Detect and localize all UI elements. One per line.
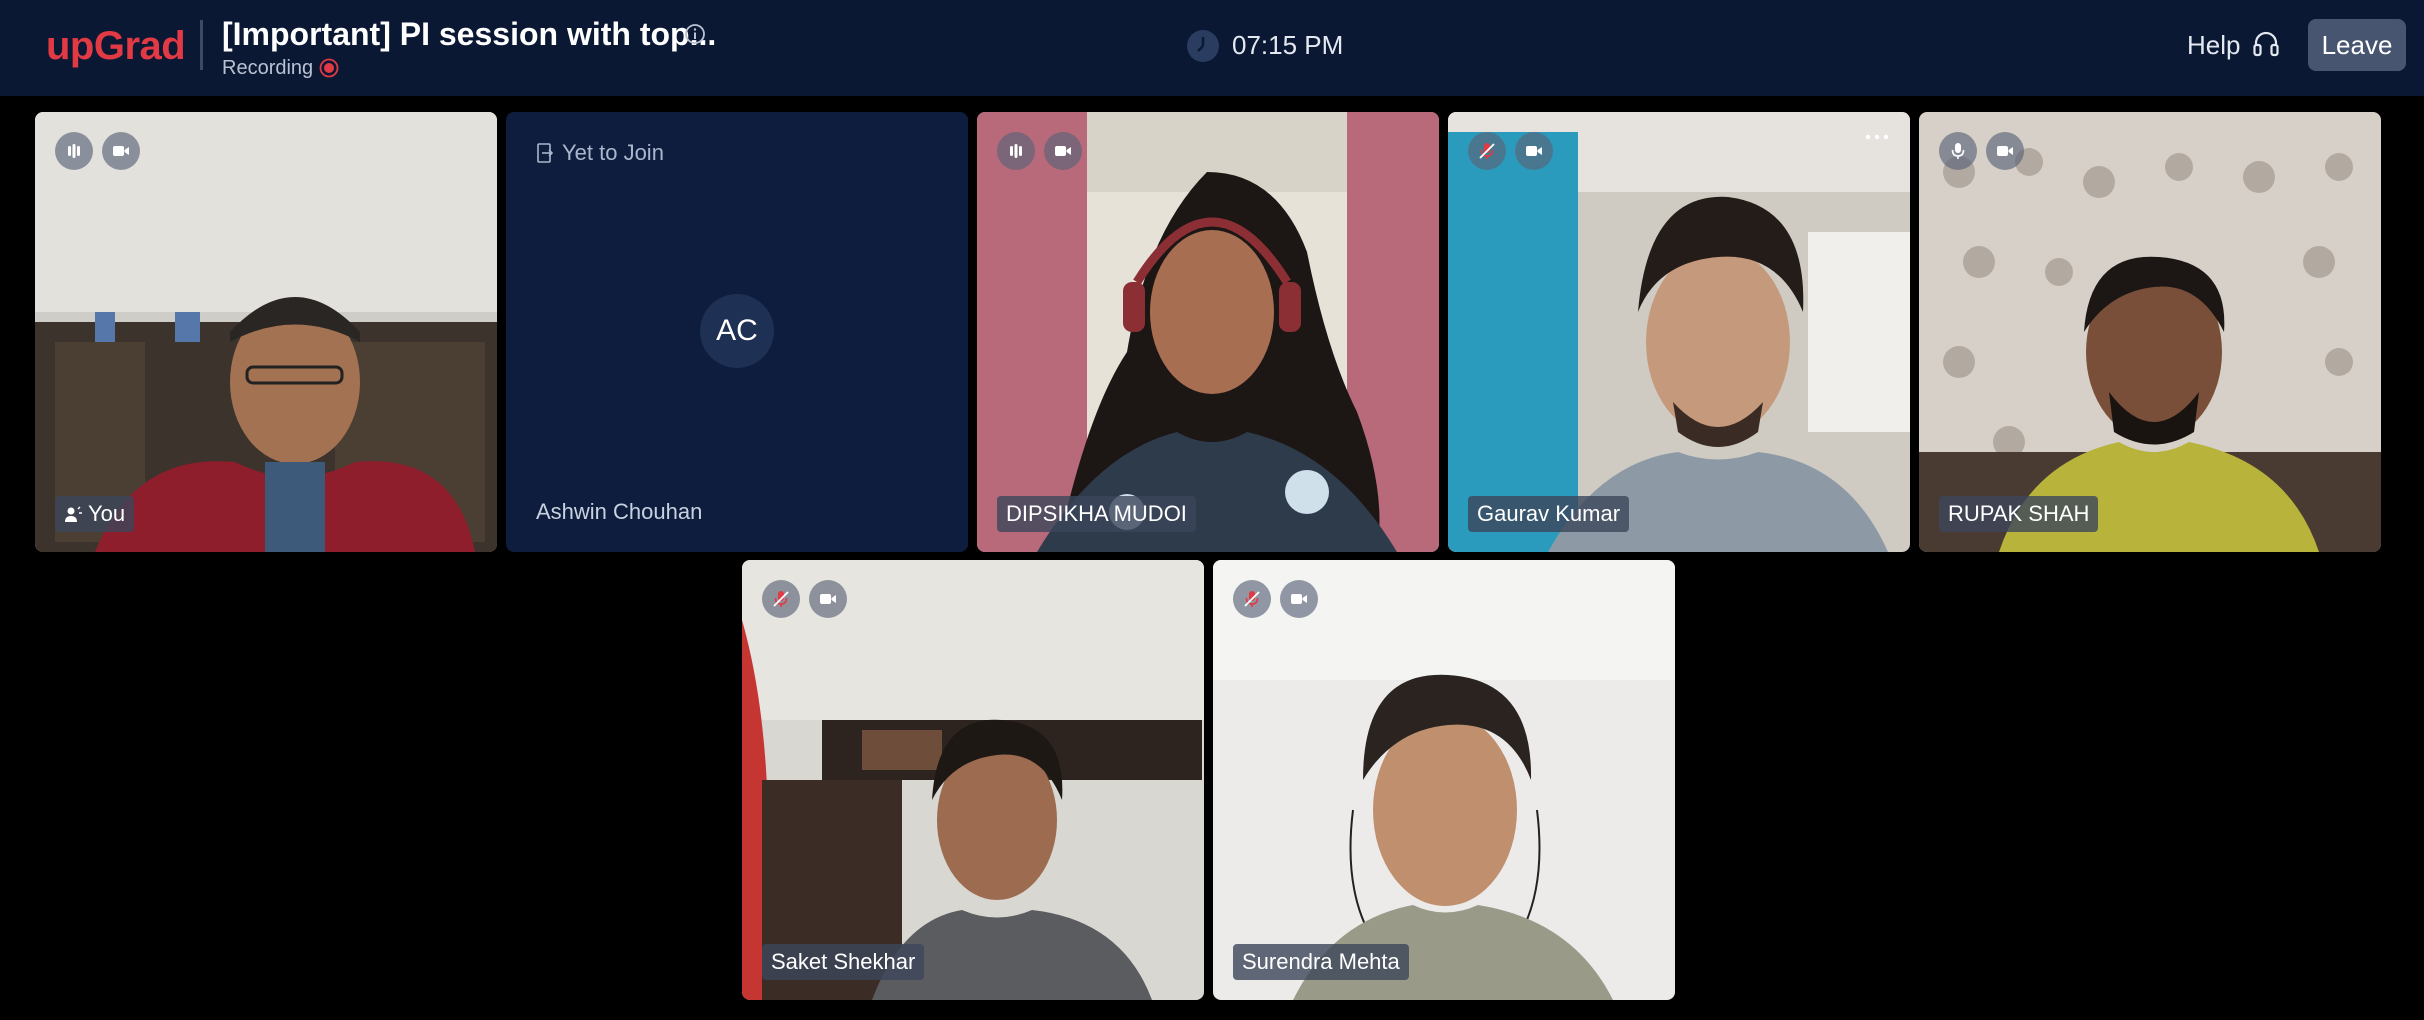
participant-name-tag: Gaurav Kumar bbox=[1468, 496, 1630, 532]
participant-video bbox=[1919, 112, 2381, 552]
video-tile-gaurav-kumar[interactable]: Gaurav Kumar bbox=[1448, 112, 1910, 552]
upgrad-logo: upGrad bbox=[46, 24, 186, 68]
participant-video bbox=[1448, 112, 1910, 552]
participant-video bbox=[1213, 560, 1675, 1000]
mic-muted-icon[interactable] bbox=[1233, 580, 1271, 618]
avatar: AC bbox=[700, 294, 774, 368]
participant-name-tag: Surendra Mehta bbox=[1233, 944, 1409, 980]
participant-name: Ashwin Chouhan bbox=[536, 499, 703, 524]
mic-muted-icon[interactable] bbox=[762, 580, 800, 618]
camera-icon[interactable] bbox=[1044, 132, 1082, 170]
session-title: [Important] PI session with top... bbox=[222, 16, 717, 52]
headset-icon[interactable] bbox=[2250, 28, 2282, 60]
camera-icon[interactable] bbox=[1986, 132, 2024, 170]
top-bar: upGrad [Important] PI session with top..… bbox=[0, 0, 2424, 96]
video-tile-ashwin-chouhan[interactable]: Yet to Join AC Ashwin Chouhan bbox=[506, 112, 968, 552]
mic-icon[interactable] bbox=[1939, 132, 1977, 170]
record-dot-icon bbox=[319, 58, 339, 78]
join-status: Yet to Join bbox=[562, 140, 664, 165]
participant-video bbox=[35, 112, 497, 552]
participant-video bbox=[742, 560, 1204, 1000]
video-tile-surendra-mehta[interactable]: Surendra Mehta bbox=[1213, 560, 1675, 1000]
video-tile-rupak-shah[interactable]: RUPAK SHAH bbox=[1919, 112, 2381, 552]
participant-name: Saket Shekhar bbox=[771, 949, 916, 974]
video-tile-saket-shekhar[interactable]: Saket Shekhar bbox=[742, 560, 1204, 1000]
participant-name-tag: Saket Shekhar bbox=[762, 944, 925, 980]
participant-video bbox=[977, 112, 1439, 552]
mic-muted-icon[interactable] bbox=[1468, 132, 1506, 170]
clock-icon bbox=[1187, 30, 1219, 62]
help-button[interactable]: Help bbox=[2187, 28, 2240, 62]
participant-name: DIPSIKHA MUDOI bbox=[1006, 501, 1187, 526]
participant-name: RUPAK SHAH bbox=[1948, 501, 2090, 526]
participant-name-tag: RUPAK SHAH bbox=[1939, 496, 2099, 532]
participant-name-tag: You bbox=[55, 496, 135, 532]
divider bbox=[200, 20, 203, 70]
participant-name: Gaurav Kumar bbox=[1477, 501, 1621, 526]
audio-level-icon bbox=[997, 132, 1035, 170]
participant-name: Surendra Mehta bbox=[1242, 949, 1400, 974]
more-options-icon[interactable] bbox=[1864, 132, 1890, 142]
user-icon bbox=[65, 506, 82, 522]
info-icon[interactable] bbox=[683, 22, 707, 46]
video-tile-dipsikha-mudoi[interactable]: DIPSIKHA MUDOI bbox=[977, 112, 1439, 552]
participant-name-tag: DIPSIKHA MUDOI bbox=[997, 496, 1196, 532]
camera-icon[interactable] bbox=[809, 580, 847, 618]
clock-time: 07:15 PM bbox=[1232, 30, 1344, 60]
camera-icon[interactable] bbox=[102, 132, 140, 170]
leave-button[interactable]: Leave bbox=[2308, 19, 2406, 71]
camera-icon[interactable] bbox=[1515, 132, 1553, 170]
recording-label: Recording bbox=[222, 57, 314, 79]
camera-icon[interactable] bbox=[1280, 580, 1318, 618]
audio-level-icon bbox=[55, 132, 93, 170]
participant-name: You bbox=[88, 501, 126, 526]
door-icon bbox=[537, 143, 554, 163]
video-tile-you[interactable]: You bbox=[35, 112, 497, 552]
